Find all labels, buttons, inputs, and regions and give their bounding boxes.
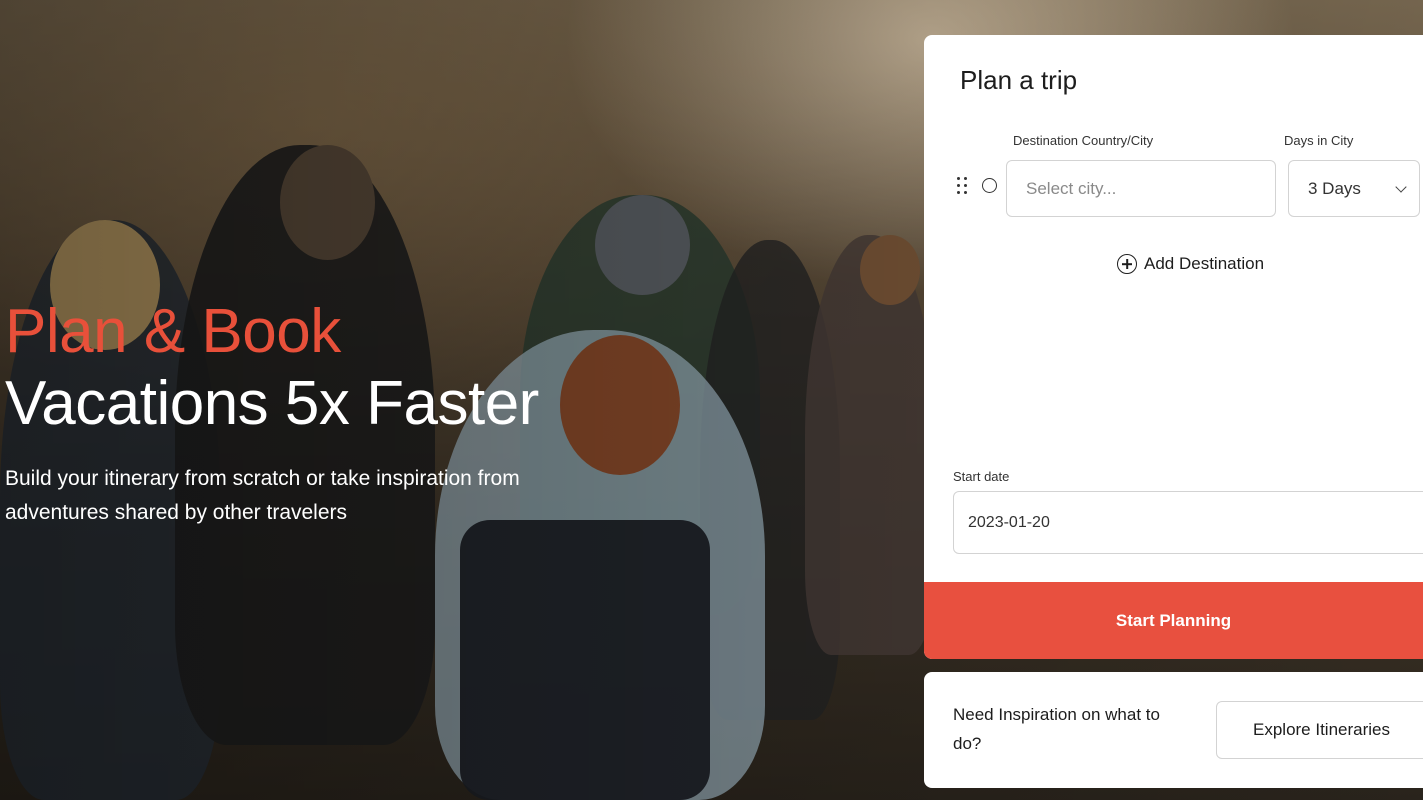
inspiration-text: Need Inspiration on what to do? xyxy=(953,705,1160,753)
hiker-silhouette xyxy=(805,235,935,655)
start-date-input[interactable] xyxy=(953,491,1423,554)
hiker-head xyxy=(860,235,920,305)
drag-handle-icon[interactable] xyxy=(957,177,969,195)
hiker-silhouette xyxy=(700,240,840,720)
days-label: Days in City xyxy=(1284,133,1354,148)
radio-circle-icon xyxy=(982,178,997,193)
hiker-head xyxy=(280,145,375,260)
backpack-silhouette xyxy=(460,520,710,800)
destination-label: Destination Country/City xyxy=(1013,133,1154,148)
chevron-down-icon xyxy=(1395,181,1407,193)
hero-subtitle: Build your itinerary from scratch or tak… xyxy=(5,467,520,524)
plan-trip-card: Plan a trip Destination Country/City Day… xyxy=(924,35,1423,659)
days-select-value: 3 Days xyxy=(1308,178,1361,198)
city-input[interactable] xyxy=(1006,160,1276,217)
hero-headline-accent: Plan & Book xyxy=(5,297,341,366)
inspiration-card: Need Inspiration on what to do? Explore … xyxy=(924,672,1423,788)
hero-text: Plan & Book Vacations 5x Faster Build yo… xyxy=(5,296,625,530)
add-destination-label: Add Destination xyxy=(1144,254,1265,273)
hiker-head xyxy=(595,195,690,295)
explore-itineraries-button[interactable]: Explore Itineraries xyxy=(1216,701,1423,759)
plus-circle-icon xyxy=(1117,254,1137,274)
plan-trip-title: Plan a trip xyxy=(960,65,1078,95)
add-destination-button[interactable]: Add Destination xyxy=(1117,254,1264,274)
hero-headline: Vacations 5x Faster xyxy=(5,369,539,438)
days-select[interactable]: 3 Days xyxy=(1288,160,1420,217)
start-planning-button[interactable]: Start Planning xyxy=(924,582,1423,659)
start-date-label: Start date xyxy=(953,469,1010,484)
